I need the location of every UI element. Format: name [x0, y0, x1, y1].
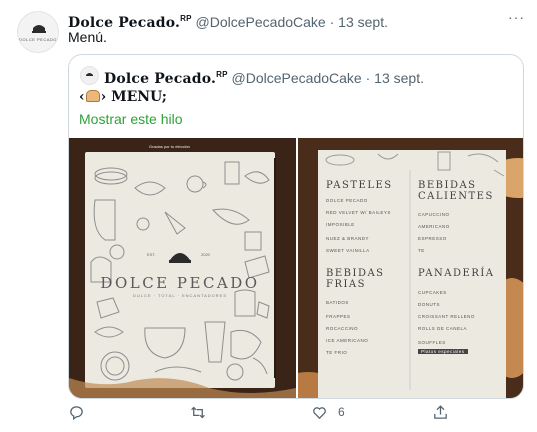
share-button[interactable]: [432, 402, 459, 422]
quoted-text-open: ‹: [79, 89, 85, 105]
menu-item: TE: [418, 248, 425, 253]
cover-brand-subtitle: DULCE · TOTAL · ENCANTADORES: [132, 293, 227, 298]
quoted-separator: ·: [365, 70, 371, 86]
like-count: 6: [338, 405, 345, 419]
cover-est-year: 2020: [201, 252, 210, 257]
show-thread-link[interactable]: Mostrar este hilo: [79, 109, 182, 129]
section-title-bebidas-calientes-line1: BEBIDAS: [418, 180, 477, 191]
section-title-bebidas-frias-line1: BEBIDAS: [326, 268, 385, 279]
cover-tagline: Gracias por tu elección: [149, 144, 190, 149]
food-doodles-illustration: [90, 161, 270, 381]
section-title-pasteles-text: PASTELES: [326, 180, 393, 191]
special-dishes-label: Platos especiales: [421, 349, 465, 354]
more-icon[interactable]: ···: [508, 9, 525, 25]
quoted-avatar-logo-icon: [86, 73, 93, 76]
section-title-bebidas-calientes: BEBIDAS CALIENTES: [418, 180, 494, 202]
tweet-actions: 6: [68, 402, 468, 422]
retweet-icon: [191, 406, 205, 418]
avatar-label: DOLCE PECADO: [19, 37, 57, 42]
menu-item: AMERICANO: [418, 224, 450, 229]
handle[interactable]: @DolcePecadoCake: [196, 14, 326, 30]
section-title-bebidas-frias: BEBIDAS FRIAS: [326, 268, 385, 290]
menu-item: SWEET VAINILLA: [326, 248, 370, 253]
reply-button[interactable]: [68, 402, 95, 422]
quoted-display-suffix: RP: [216, 70, 228, 79]
quoted-avatar[interactable]: [80, 66, 99, 85]
section-title-panaderia: PANADERÍA: [418, 268, 495, 279]
section-title-pasteles: PASTELES: [326, 180, 393, 191]
separator: ·: [329, 14, 335, 30]
quoted-text-body: MENU;: [106, 89, 167, 105]
timestamp[interactable]: 13 sept.: [338, 14, 388, 30]
quoted-timestamp[interactable]: 13 sept.: [374, 70, 424, 86]
like-icon: [313, 406, 326, 419]
tweet[interactable]: DOLCE PECADO Dolce Pecado.RP @DolcePecad…: [0, 0, 537, 432]
like-button[interactable]: 6: [311, 402, 345, 422]
menu-item: TE FRIO: [326, 350, 348, 355]
menu-cover-card: EST. 2020 DOLCE PECADO DULCE · TOTAL · E…: [85, 152, 275, 388]
cover-est-label: EST.: [147, 252, 156, 257]
media-photo-cover[interactable]: Gracias por tu elección EST. 2020 DOLCE …: [69, 138, 296, 398]
cover-brand-name: DOLCE PECADO: [100, 274, 260, 292]
section-title-panaderia-text: PANADERÍA: [418, 268, 495, 279]
menu-item: DOLCE PECADO: [326, 198, 368, 203]
menu-item: IMPOSIBLE: [326, 222, 355, 227]
menu-item: FRAPPES: [326, 314, 351, 319]
avatar-logo-icon: [18, 12, 58, 52]
share-icon: [434, 404, 447, 419]
menu-inside-card: PASTELES DOLCE PECADO RED VELVET W/ BAIL…: [318, 150, 506, 398]
media-grid: Gracias por tu elección EST. 2020 DOLCE …: [69, 138, 523, 398]
menu-item: ICE AMERICANO: [326, 338, 369, 343]
menu-item: NUEZ & BRANDY: [326, 236, 370, 241]
tweet-header: Dolce Pecado.RP @DolcePecadoCake · 13 se…: [68, 10, 388, 32]
section-title-bebidas-calientes-line2: CALIENTES: [418, 191, 494, 202]
menu-item: CROISSANT RELLENO: [418, 314, 475, 319]
menu-item: SOUFFLES: [418, 340, 446, 345]
display-name-suffix: RP: [180, 14, 192, 23]
media-photo-menu[interactable]: PASTELES DOLCE PECADO RED VELVET W/ BAIL…: [298, 138, 523, 398]
menu-item: ESPRESSO: [418, 236, 447, 241]
quoted-header: Dolce Pecado.RP @DolcePecadoCake · 13 se…: [104, 65, 424, 89]
menu-item: RED VELVET W/ BAILEYS: [326, 210, 391, 215]
quoted-text: ‹ › MENU;: [79, 87, 167, 107]
menu-item: ROCACCINO: [326, 326, 359, 331]
menu-item: CUPCAKES: [418, 290, 447, 295]
quoted-display-name[interactable]: Dolce Pecado.RP: [104, 70, 228, 87]
menu-item: ROLLS DE CANELA: [418, 326, 468, 331]
quoted-display-name-text[interactable]: Dolce Pecado.: [104, 71, 216, 87]
avatar[interactable]: DOLCE PECADO: [17, 11, 59, 53]
quoted-tweet[interactable]: Dolce Pecado.RP @DolcePecadoCake · 13 se…: [68, 54, 524, 399]
menu-item: BATIDOS: [326, 300, 349, 305]
menu-item: DONUTS: [418, 302, 440, 307]
menu-item: CAPUCCINO: [418, 212, 450, 217]
section-title-bebidas-frias-line2: FRIAS: [326, 279, 366, 290]
quoted-handle[interactable]: @DolcePecadoCake: [232, 70, 362, 86]
retweet-button[interactable]: [189, 402, 217, 422]
tweet-text: Menú.: [68, 29, 107, 45]
chef-hat-icon: [169, 253, 191, 263]
bread-icon: [85, 90, 100, 102]
reply-icon: [70, 405, 83, 420]
